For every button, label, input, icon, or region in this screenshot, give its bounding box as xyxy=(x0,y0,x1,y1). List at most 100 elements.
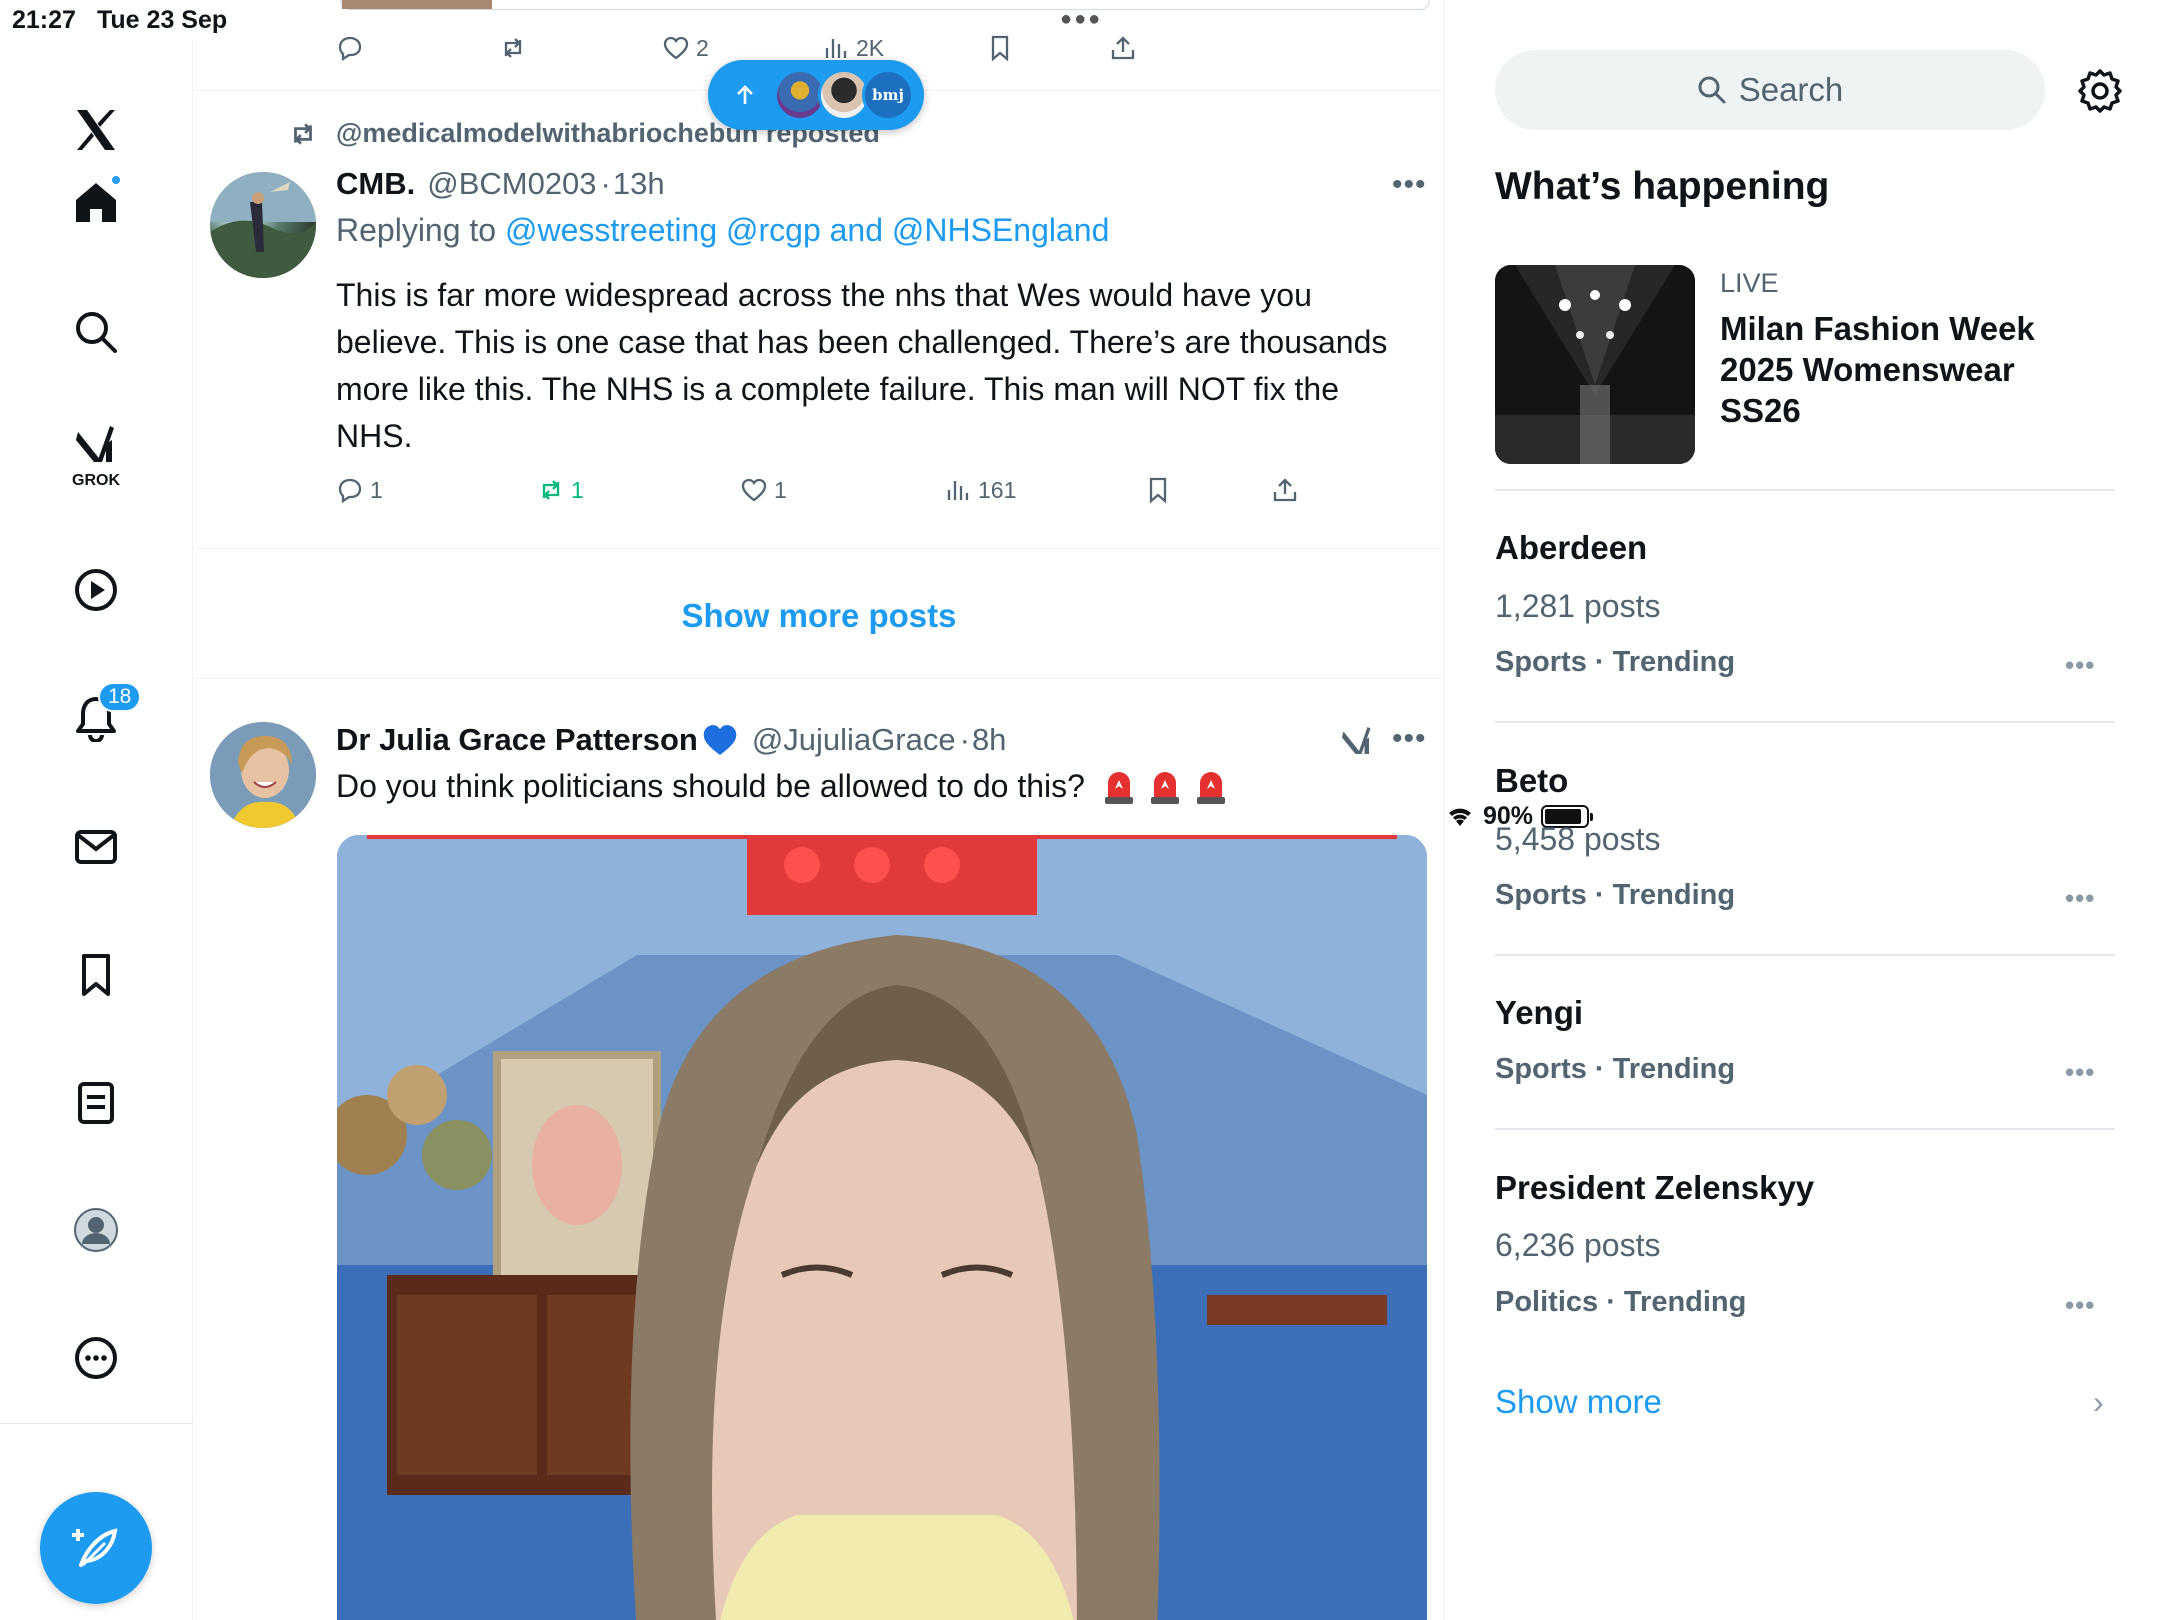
pill-avatar-3: bmj xyxy=(862,69,914,121)
mail-icon xyxy=(75,830,117,864)
show-more-trends-link[interactable]: Show more xyxy=(1495,1383,1662,1421)
views-chart-icon xyxy=(825,39,847,58)
post-header: CMB. @BCM0203 · 13h xyxy=(336,166,665,202)
show-more-posts-button[interactable]: Show more posts xyxy=(194,552,1443,680)
nav-notifications[interactable]: 18 xyxy=(46,678,146,758)
post-header: Dr Julia Grace Patterson @JujuliaGrace ·… xyxy=(336,721,1006,759)
chevron-right-icon[interactable]: › xyxy=(2093,1384,2104,1421)
prev-bookmark-button[interactable] xyxy=(986,34,1014,62)
post-more-button[interactable]: ••• xyxy=(1392,722,1427,756)
reply-icon xyxy=(338,36,362,62)
user-avatar[interactable] xyxy=(210,172,316,278)
nav-videos[interactable] xyxy=(46,550,146,630)
trend-more-button[interactable]: ••• xyxy=(2065,1290,2095,1321)
repost-count: 1 xyxy=(571,476,584,503)
reply-button[interactable]: 1 xyxy=(336,476,383,504)
nav-profile[interactable] xyxy=(46,1190,146,1270)
nav-divider xyxy=(0,1423,193,1424)
previous-post-media-thumb xyxy=(342,0,492,9)
user-handle[interactable]: @JujuliaGrace xyxy=(752,722,956,758)
avatar-illustration xyxy=(210,172,316,278)
view-count: 161 xyxy=(978,476,1017,503)
trend-divider xyxy=(1495,489,2115,491)
nav-messages[interactable] xyxy=(46,807,146,887)
trend-meta: Sports · Trending xyxy=(1495,646,1736,678)
list-icon xyxy=(78,1082,114,1124)
whats-happening-title: What’s happening xyxy=(1495,165,1830,208)
trend-post-count: 1,281 posts xyxy=(1495,588,1661,624)
siren-emojis xyxy=(1103,769,1227,805)
home-unread-dot xyxy=(110,174,122,186)
search-input[interactable]: Search xyxy=(1495,50,2045,130)
trend-divider xyxy=(1495,954,2115,956)
display-name[interactable]: CMB. xyxy=(336,166,415,202)
siren-icon xyxy=(1196,771,1225,804)
bookmark-button[interactable] xyxy=(1144,476,1172,504)
trend-more-button[interactable]: ••• xyxy=(2065,650,2095,681)
post-divider xyxy=(194,678,1443,679)
nav-grok[interactable]: GROK xyxy=(46,416,146,496)
views-chart-icon xyxy=(947,481,969,500)
like-button[interactable]: 1 xyxy=(740,476,787,504)
more-circle-icon xyxy=(75,1337,117,1379)
prev-reply-button[interactable] xyxy=(336,34,364,62)
trend-divider xyxy=(1495,721,2115,723)
gear-icon[interactable] xyxy=(2077,68,2123,114)
reply-mention-link[interactable]: @wesstreeting xyxy=(505,212,717,248)
like-count: 1 xyxy=(774,476,787,503)
search-icon xyxy=(76,312,117,353)
reply-mention-link[interactable]: @rcgp xyxy=(726,212,821,248)
nav-lists[interactable] xyxy=(46,1063,146,1143)
reply-and-text: and xyxy=(829,212,884,248)
trend-meta: Sports · Trending xyxy=(1495,879,1736,911)
post-time[interactable]: 13h xyxy=(613,166,665,202)
nav-more[interactable] xyxy=(46,1318,146,1398)
reply-icon xyxy=(338,478,362,504)
display-name[interactable]: Dr Julia Grace Patterson xyxy=(336,722,698,758)
prev-like-button[interactable]: 2 xyxy=(662,34,709,62)
post-text-row: Do you think politicians should be allow… xyxy=(336,768,1227,805)
avatar-photo xyxy=(210,722,316,828)
trend-more-button[interactable]: ••• xyxy=(2065,1057,2095,1088)
status-time: 21:27 xyxy=(12,6,76,34)
user-avatar[interactable] xyxy=(210,722,316,828)
bookmark-icon xyxy=(1149,477,1167,504)
repost-button[interactable]: 1 xyxy=(537,476,584,504)
compose-post-button[interactable] xyxy=(40,1492,152,1604)
trend-title: Aberdeen xyxy=(1495,529,1648,566)
user-handle[interactable]: @BCM0203 xyxy=(427,166,596,202)
views-button[interactable]: 161 xyxy=(944,476,1016,504)
post-text: This is far more widespread across the n… xyxy=(336,277,1388,454)
trend-more-button[interactable]: ••• xyxy=(2065,883,2095,914)
nav-bookmarks[interactable] xyxy=(46,935,146,1015)
trend-title: President Zelenskyy xyxy=(1495,1169,1815,1206)
prev-views-button[interactable]: 2K xyxy=(822,34,884,62)
post-time[interactable]: 8h xyxy=(972,722,1006,758)
post-video[interactable] xyxy=(337,835,1427,1620)
previous-post-media-edge xyxy=(340,0,1430,10)
prev-like-count: 2 xyxy=(696,34,709,61)
nav-x-logo[interactable] xyxy=(46,90,146,170)
repost-icon xyxy=(504,38,522,58)
grok-label: GROK xyxy=(72,472,120,489)
reply-mention-link[interactable]: @NHSEngland xyxy=(892,212,1109,248)
nav-home[interactable] xyxy=(46,162,146,242)
grok-explain-icon[interactable] xyxy=(1339,724,1375,760)
bookmark-icon xyxy=(991,35,1009,62)
repost-icon xyxy=(294,122,312,145)
search-icon xyxy=(1698,76,1726,104)
heart-icon xyxy=(663,36,689,60)
trend-meta: Politics · Trending xyxy=(1495,1286,1747,1318)
right-sidebar: Search What’s happening LIVE Milan Fashi… xyxy=(1445,0,2160,1620)
siren-icon xyxy=(1150,771,1179,804)
trend-title: Beto xyxy=(1495,762,1569,799)
trend-title: Yengi xyxy=(1495,994,1584,1031)
share-icon xyxy=(1111,36,1135,60)
prev-repost-button[interactable] xyxy=(499,34,527,62)
new-posts-pill[interactable]: bmj xyxy=(708,60,924,130)
left-navigation: GROK 18 xyxy=(0,40,193,1620)
post-more-button[interactable]: ••• xyxy=(1392,168,1427,202)
prev-share-button[interactable] xyxy=(1109,34,1137,62)
nav-explore[interactable] xyxy=(46,292,146,372)
share-button[interactable] xyxy=(1271,476,1299,504)
